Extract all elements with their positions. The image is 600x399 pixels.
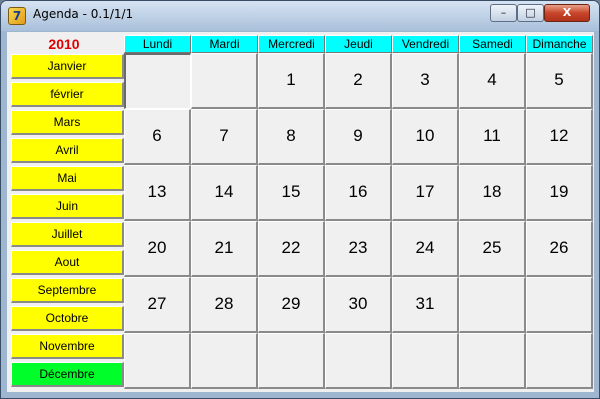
empty-day-cell[interactable] xyxy=(124,333,191,389)
weekday-header: Lundi xyxy=(124,35,191,53)
day-cell[interactable]: 15 xyxy=(258,165,325,221)
day-cell[interactable]: 8 xyxy=(258,109,325,165)
month-button[interactable]: Juillet xyxy=(11,222,124,247)
month-button[interactable]: Aout xyxy=(11,250,124,275)
day-cell[interactable]: 17 xyxy=(392,165,459,221)
month-button[interactable]: Mars xyxy=(11,110,124,135)
day-cell[interactable]: 24 xyxy=(392,221,459,277)
day-cell[interactable]: 4 xyxy=(459,53,526,109)
day-cell[interactable]: 9 xyxy=(325,109,392,165)
month-button[interactable]: Octobre xyxy=(11,306,124,331)
day-cell[interactable]: 5 xyxy=(526,53,593,109)
empty-day-cell[interactable] xyxy=(526,333,593,389)
day-cell[interactable]: 29 xyxy=(258,277,325,333)
weekday-header: Vendredi xyxy=(392,35,459,53)
weekday-header: Jeudi xyxy=(325,35,392,53)
weekday-header: Dimanche xyxy=(526,35,593,53)
title-bar[interactable]: 7 Agenda - 0.1/1/1 – □ X xyxy=(1,1,599,31)
day-cell[interactable]: 22 xyxy=(258,221,325,277)
day-cell[interactable]: 14 xyxy=(191,165,258,221)
app-window: 7 Agenda - 0.1/1/1 – □ X 2010 Janvier fév… xyxy=(0,0,600,399)
empty-day-cell[interactable] xyxy=(392,333,459,389)
day-cell[interactable]: 19 xyxy=(526,165,593,221)
day-cell[interactable]: 1 xyxy=(258,53,325,109)
day-cell[interactable]: 18 xyxy=(459,165,526,221)
minimize-button[interactable]: – xyxy=(490,4,517,22)
month-button[interactable]: Septembre xyxy=(11,278,124,303)
day-cell[interactable]: 11 xyxy=(459,109,526,165)
year-label: 2010 xyxy=(48,36,80,52)
window-title: Agenda - 0.1/1/1 xyxy=(33,7,134,21)
weekday-header: Mercredi xyxy=(258,35,325,53)
day-cell[interactable]: 26 xyxy=(526,221,593,277)
day-cell[interactable]: 7 xyxy=(191,109,258,165)
month-button[interactable]: Juin xyxy=(11,194,124,219)
month-button[interactable]: Décembre xyxy=(11,362,124,387)
empty-day-cell[interactable] xyxy=(526,277,593,333)
empty-day-cell[interactable] xyxy=(124,53,191,109)
month-button[interactable]: février xyxy=(11,82,124,107)
month-button[interactable]: Avril xyxy=(11,138,124,163)
day-cell[interactable]: 6 xyxy=(124,109,191,165)
weekday-header: Mardi xyxy=(191,35,258,53)
empty-day-cell[interactable] xyxy=(459,277,526,333)
month-button[interactable]: Janvier xyxy=(11,54,124,79)
weekday-header: Samedi xyxy=(459,35,526,53)
day-cell[interactable]: 28 xyxy=(191,277,258,333)
empty-day-cell[interactable] xyxy=(325,333,392,389)
empty-day-cell[interactable] xyxy=(191,53,258,109)
maximize-button[interactable]: □ xyxy=(517,4,544,22)
day-cell[interactable]: 16 xyxy=(325,165,392,221)
day-cell[interactable]: 2 xyxy=(325,53,392,109)
day-cell[interactable]: 23 xyxy=(325,221,392,277)
empty-day-cell[interactable] xyxy=(258,333,325,389)
month-button[interactable]: Novembre xyxy=(11,334,124,359)
day-cell[interactable]: 12 xyxy=(526,109,593,165)
empty-day-cell[interactable] xyxy=(191,333,258,389)
day-cell[interactable]: 21 xyxy=(191,221,258,277)
day-cell[interactable]: 30 xyxy=(325,277,392,333)
day-cell[interactable]: 13 xyxy=(124,165,191,221)
day-cell[interactable]: 20 xyxy=(124,221,191,277)
day-cell[interactable]: 31 xyxy=(392,277,459,333)
month-button[interactable]: Mai xyxy=(11,166,124,191)
empty-day-cell[interactable] xyxy=(459,333,526,389)
day-cell[interactable]: 3 xyxy=(392,53,459,109)
day-cell[interactable]: 10 xyxy=(392,109,459,165)
day-cell[interactable]: 25 xyxy=(459,221,526,277)
day-cell[interactable]: 27 xyxy=(124,277,191,333)
close-button[interactable]: X xyxy=(544,4,590,22)
client-area: 2010 Janvier février Mars Avril Mai Juin Juill… xyxy=(7,32,594,392)
app-icon: 7 xyxy=(8,7,26,25)
